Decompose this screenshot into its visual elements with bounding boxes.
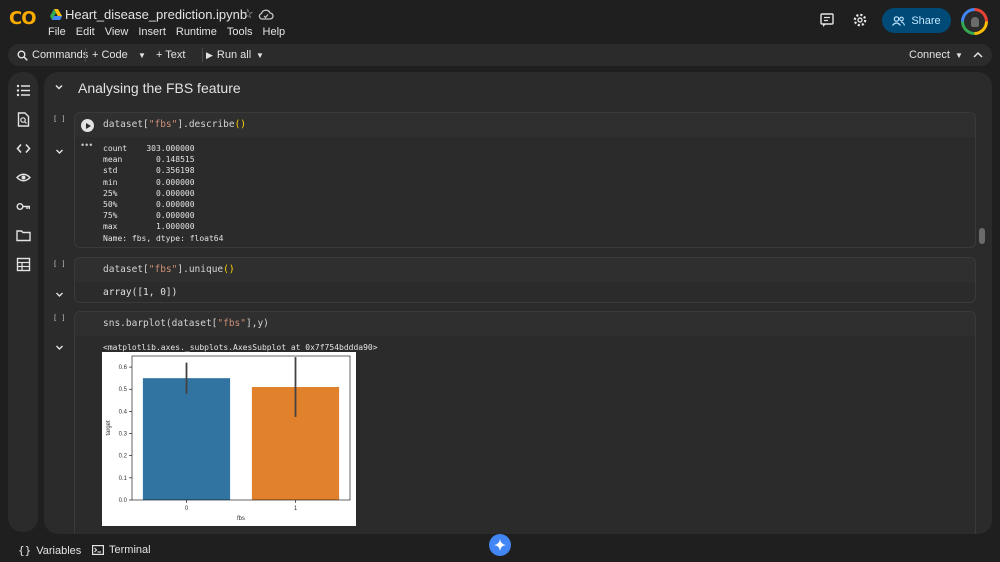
notebook-toolbar: Commands + Code ▼ + Text ▶ Run all ▼ Con…	[8, 44, 992, 66]
code-dropdown-chevron-icon[interactable]: ▼	[138, 47, 146, 63]
code-cell[interactable]: [ ] dataset["fbs"].unique() array([1, 0]…	[53, 257, 976, 303]
code-cell[interactable]: [ ] dataset["fbs"].describe() ••• count …	[53, 112, 976, 248]
gear-icon[interactable]	[852, 12, 868, 28]
run-all-dropdown-chevron-icon[interactable]: ▼	[256, 47, 264, 63]
cell-input[interactable]: sns.barplot(dataset["fbs"],y)	[75, 312, 975, 336]
menu-view[interactable]: View	[105, 26, 129, 38]
search-icon	[17, 50, 28, 61]
variables-label: Variables	[36, 544, 82, 557]
run-all-button[interactable]: ▶ Run all	[206, 47, 251, 63]
share-button[interactable]: Share	[882, 8, 951, 33]
star-icon[interactable]: ☆	[242, 6, 254, 22]
table-of-contents-icon[interactable]	[16, 83, 31, 98]
add-code-button[interactable]: + Code	[92, 47, 128, 63]
barplot-chart: 0 1 0.0 0.1 0.2 0.3 0.4 0.5 0.6 fbs target	[106, 355, 351, 522]
output-actions-icon[interactable]: •••	[81, 140, 93, 150]
chevron-down-icon[interactable]	[55, 290, 64, 299]
code-line[interactable]: dataset["fbs"].unique()	[103, 264, 235, 275]
commands-button[interactable]: Commands	[17, 47, 88, 63]
y-tick-label: 0.2	[119, 454, 128, 460]
y-tick-label: 0.6	[119, 365, 128, 371]
menu-insert[interactable]: Insert	[138, 26, 166, 38]
y-tick-label: 0.1	[119, 476, 128, 482]
connect-label: Connect	[909, 49, 950, 61]
menu-runtime[interactable]: Runtime	[176, 26, 217, 38]
cell-input[interactable]: dataset["fbs"].unique()	[75, 258, 975, 282]
data-table-icon[interactable]	[16, 257, 31, 272]
run-all-label: Run all	[216, 49, 252, 61]
avatar[interactable]	[961, 8, 988, 35]
terminal-icon	[92, 545, 104, 555]
chevron-down-icon[interactable]	[54, 82, 64, 92]
cloud-saved-icon[interactable]	[258, 8, 274, 20]
y-tick-label: 0.5	[119, 387, 128, 393]
barplot-output-image: 0 1 0.0 0.1 0.2 0.3 0.4 0.5 0.6 fbs target	[102, 352, 356, 526]
terminal-label: Terminal	[109, 544, 151, 556]
variables-inspector-icon[interactable]	[16, 170, 31, 185]
y-axis-label: target	[106, 420, 112, 436]
cell-output: array([1, 0])	[103, 287, 178, 298]
variables-button[interactable]: {} Variables	[18, 544, 81, 557]
left-sidebar	[8, 72, 38, 532]
braces-icon: {}	[18, 544, 32, 557]
commands-label: Commands	[32, 49, 89, 61]
play-icon: ▶	[206, 49, 213, 60]
y-tick-label: 0.3	[119, 432, 128, 438]
connect-dropdown-chevron-icon[interactable]: ▼	[955, 47, 963, 63]
add-text-button[interactable]: + Text	[156, 47, 185, 63]
cell-execution-count: [ ]	[53, 115, 66, 123]
menu-edit[interactable]: Edit	[76, 26, 95, 38]
people-icon	[892, 15, 906, 26]
user-silhouette-icon	[970, 16, 979, 27]
menu-help[interactable]: Help	[263, 26, 286, 38]
chevron-up-icon[interactable]	[972, 49, 984, 61]
y-tick-label: 0.0	[119, 498, 128, 504]
cell-input[interactable]: dataset["fbs"].describe()	[75, 113, 975, 137]
top-bar: CO Heart_disease_prediction.ipynb ☆ File…	[0, 0, 1000, 42]
run-cell-button[interactable]	[81, 119, 94, 132]
notebook-scrollbar[interactable]	[979, 228, 985, 244]
menu-file[interactable]: File	[48, 26, 66, 38]
share-label: Share	[911, 14, 941, 27]
toolbar-divider	[202, 48, 203, 62]
x-tick-label: 0	[185, 506, 189, 512]
add-code-label: + Code	[92, 49, 128, 61]
cell-execution-count: [ ]	[53, 260, 66, 268]
code-line[interactable]: sns.barplot(dataset["fbs"],y)	[103, 318, 269, 329]
code-snippets-icon[interactable]	[16, 141, 31, 156]
drive-icon	[50, 9, 62, 20]
gemini-button[interactable]	[489, 534, 511, 556]
cell-output: count 303.000000 mean 0.148515 std 0.35619…	[103, 144, 224, 243]
x-axis-label: fbs	[237, 516, 245, 522]
toolbar-divider	[85, 48, 86, 62]
bar	[142, 378, 231, 500]
x-tick-label: 1	[294, 506, 298, 512]
colab-logo[interactable]: CO	[9, 8, 39, 30]
find-icon[interactable]	[16, 112, 31, 127]
menu-tools[interactable]: Tools	[227, 26, 253, 38]
files-folder-icon[interactable]	[16, 228, 31, 243]
connect-button[interactable]: Connect	[909, 47, 950, 63]
menu-bar: File Edit View Insert Runtime Tools Help	[48, 26, 285, 38]
terminal-button[interactable]: Terminal	[92, 544, 151, 556]
chevron-down-icon[interactable]	[55, 343, 64, 352]
secrets-key-icon[interactable]	[16, 199, 31, 214]
sparkle-icon	[494, 539, 506, 551]
notebook-title[interactable]: Heart_disease_prediction.ipynb	[65, 7, 247, 22]
code-line[interactable]: dataset["fbs"].describe()	[103, 119, 246, 130]
section-title: Analysing the FBS feature	[78, 80, 241, 96]
section-header: Analysing the FBS feature	[44, 72, 992, 106]
chevron-down-icon[interactable]	[55, 147, 64, 156]
cell-execution-count: [ ]	[53, 314, 66, 322]
y-tick-label: 0.4	[119, 409, 128, 415]
add-text-label: + Text	[156, 49, 186, 61]
comments-icon[interactable]	[819, 12, 835, 28]
